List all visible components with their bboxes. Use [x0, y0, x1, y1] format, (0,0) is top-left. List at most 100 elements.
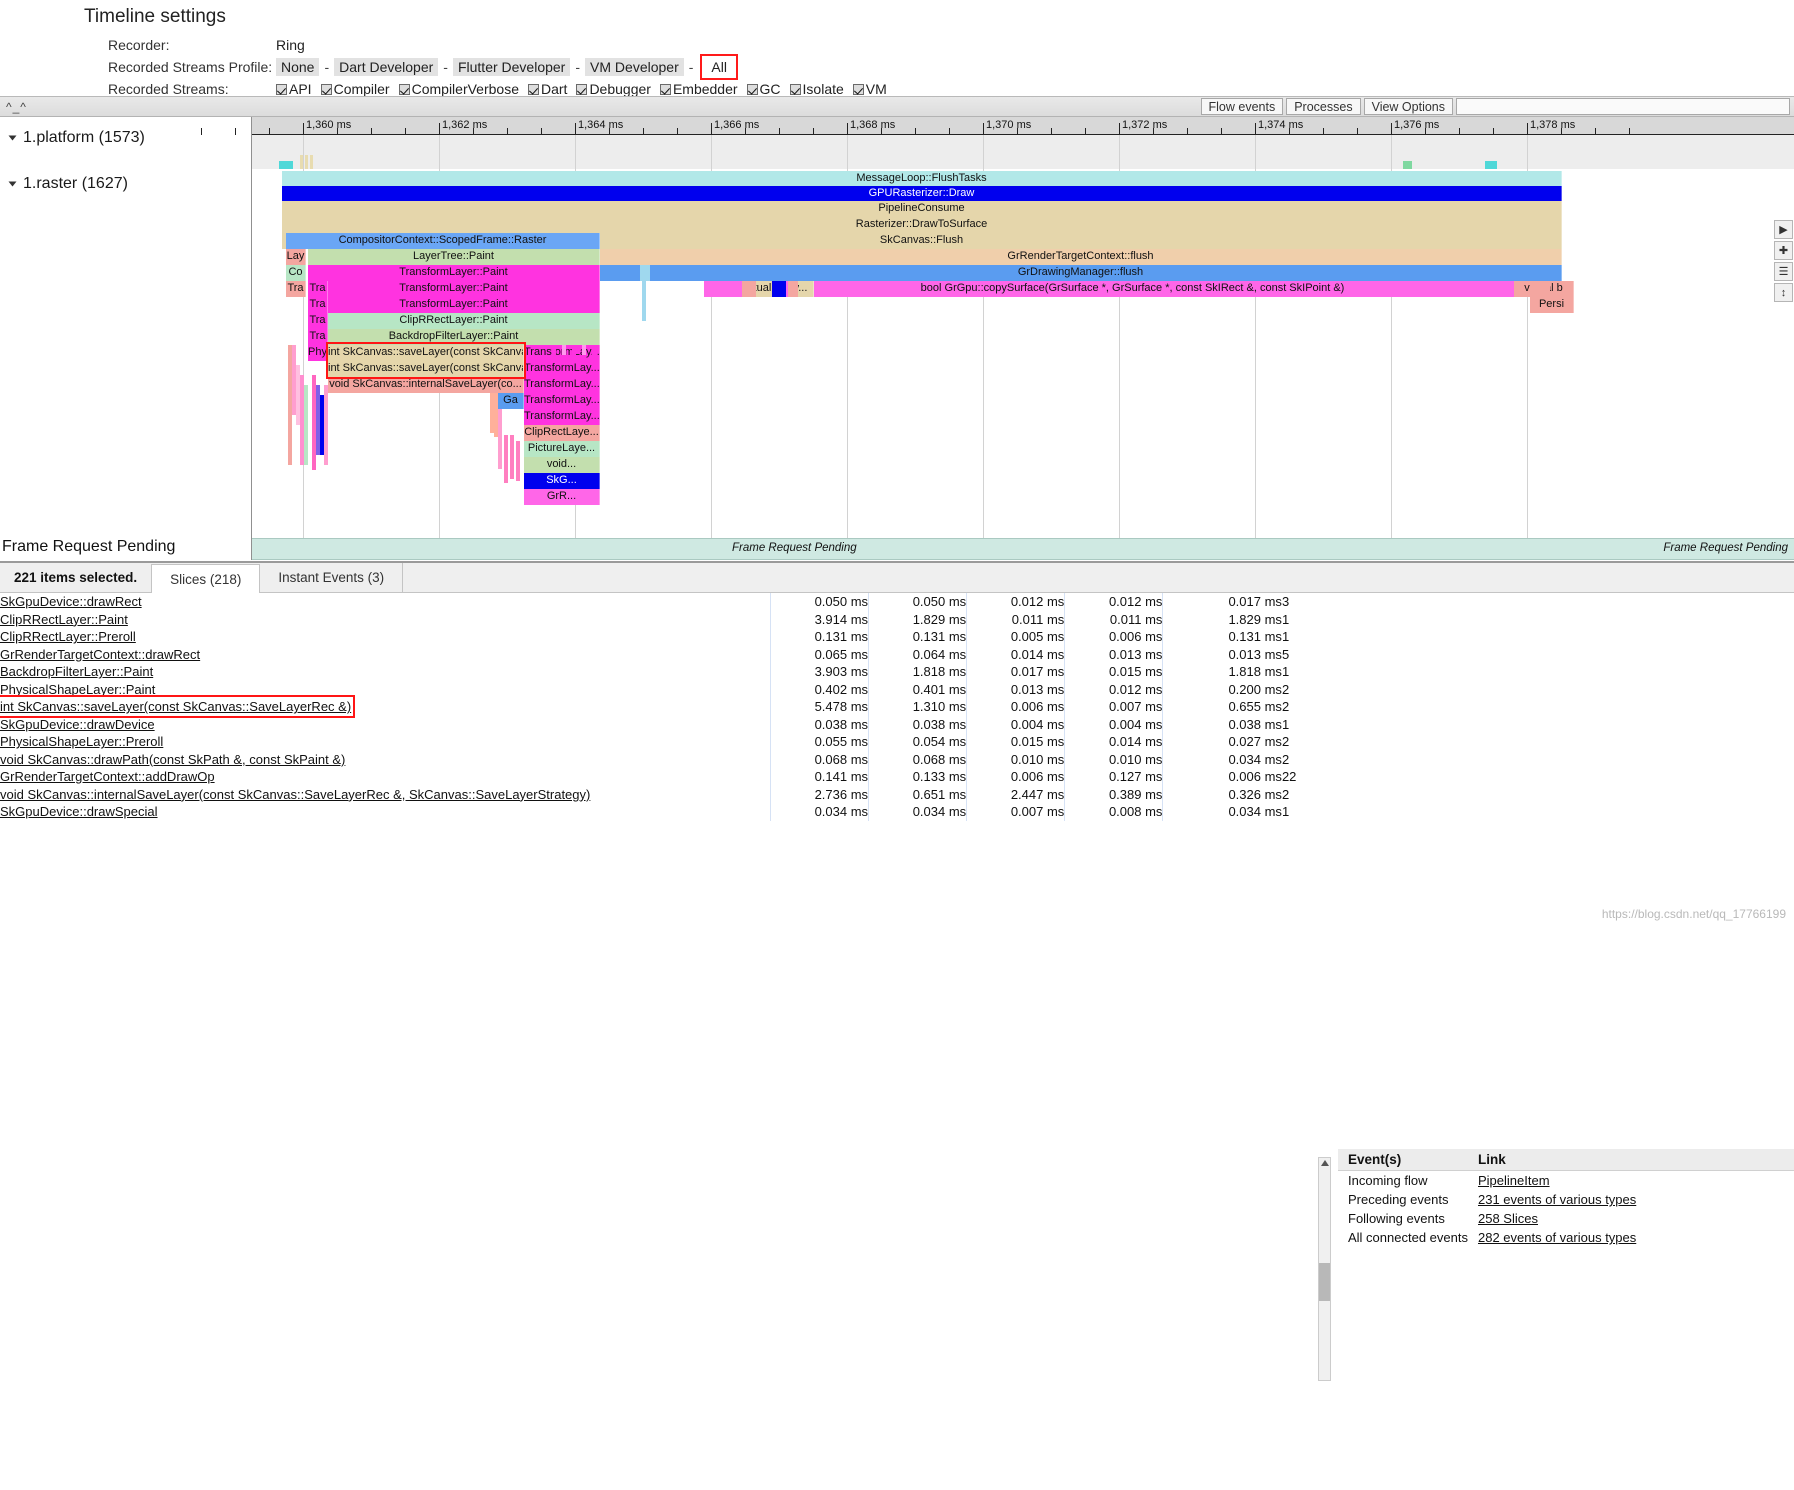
checkbox-checked-icon[interactable] [576, 83, 588, 95]
flame-slice-thin[interactable] [504, 435, 508, 483]
flame-slice[interactable]: GrRenderTargetContext::flush [600, 249, 1562, 265]
flame-slice[interactable]: PictureLaye... [524, 441, 600, 457]
table-row[interactable]: SkGpuDevice::drawDevice 0.038 ms 0.038 ms 0… [0, 715, 1330, 733]
recorded-streams-checkboxes[interactable]: API Compiler CompilerVerbose Dart Debugger Em… [276, 81, 887, 97]
flame-slice[interactable]: ClipRectLaye... [524, 425, 600, 441]
flame-slice[interactable]: Tra [286, 281, 306, 297]
flame-slice-thin[interactable] [562, 345, 566, 355]
flame-slice-thin[interactable] [510, 435, 514, 479]
table-row[interactable]: GrRenderTargetContext::drawRect 0.065 ms 0… [0, 645, 1330, 663]
flame-slice-thin[interactable] [498, 409, 502, 469]
slice-name[interactable]: void SkCanvas::drawPath(const SkPath &, … [0, 752, 345, 767]
cursor-tool-icon[interactable]: ▶ [1774, 220, 1793, 239]
move-tool-icon[interactable]: ✚ [1774, 241, 1793, 260]
stream-dart[interactable]: Dart [527, 81, 567, 97]
connected-event-link[interactable]: 231 events of various types [1478, 1192, 1636, 1207]
flame-slice[interactable]: TransformLay... [524, 361, 600, 377]
flame-slice[interactable]: Phy [308, 345, 328, 361]
flame-slice-small[interactable] [1530, 281, 1550, 297]
recorded-streams-profile-options[interactable]: None - Dart Developer - Flutter Developer - VM… [276, 54, 740, 80]
checkbox-checked-icon[interactable] [276, 83, 287, 95]
flame-slice[interactable]: BackdropFilterLayer::Paint [308, 329, 600, 345]
trace-side-tools[interactable]: ▶ ✚ ☰ ↕ [1774, 220, 1794, 304]
connected-event-link[interactable]: 258 Slices [1478, 1211, 1538, 1226]
stream-api[interactable]: API [276, 81, 312, 97]
flame-slice[interactable]: Rasterizer::DrawToSurface [282, 217, 1562, 233]
table-row[interactable]: ClipRRectLayer::Paint 3.914 ms 1.829 ms 0.0… [0, 610, 1330, 628]
table-row[interactable]: GrRenderTargetContext::addDrawOp 0.141 ms… [0, 768, 1330, 786]
flame-slice-thin[interactable] [572, 345, 576, 355]
flame-slice[interactable]: Tra [308, 329, 328, 345]
slice-name[interactable]: SkGpuDevice::drawDevice [0, 717, 155, 732]
platform-marker[interactable] [1485, 161, 1497, 169]
flame-slice-thin[interactable] [516, 441, 520, 481]
flame-slice[interactable]: Co [286, 265, 306, 281]
table-row[interactable]: PhysicalShapeLayer::Paint 0.402 ms 0.401 m… [0, 680, 1330, 698]
flame-slice[interactable]: Lay [286, 249, 306, 265]
slice-name[interactable]: BackdropFilterLayer::Paint [0, 664, 153, 679]
flame-slice[interactable]: CompositorContext::ScopedFrame::Raster [286, 233, 600, 249]
checkbox-checked-icon[interactable] [527, 83, 539, 95]
table-row[interactable]: SkGpuDevice::drawRect 0.050 ms 0.050 ms 0.0… [0, 593, 1330, 611]
flame-slice[interactable]: MessageLoop::FlushTasks [282, 171, 1562, 186]
flame-slice-small[interactable] [640, 265, 650, 281]
slice-name[interactable]: ClipRRectLayer::Preroll [0, 629, 136, 644]
profile-option-vm-developer[interactable]: VM Developer [585, 58, 684, 76]
checkbox-checked-icon[interactable] [746, 83, 758, 95]
flame-slice[interactable]: TransformLay... [524, 393, 600, 409]
slice-name[interactable]: void SkCanvas::internalSaveLayer(const S… [0, 787, 590, 802]
flow-events-button[interactable]: Flow events [1200, 98, 1284, 115]
stream-vm[interactable]: VM [852, 81, 887, 97]
flame-slice[interactable]: int SkCanvas::saveLayer(const SkCanvas..… [328, 361, 524, 377]
checkbox-checked-icon[interactable] [852, 83, 864, 95]
flame-slice[interactable]: bool GrGpu::copySurface(GrSurface *, GrS… [704, 281, 1562, 297]
stream-compilerverbose[interactable]: CompilerVerbose [398, 81, 519, 97]
chevron-down-icon[interactable] [8, 135, 17, 141]
flame-slice[interactable]: int SkCanvas::saveLayer(const SkCanvas..… [328, 345, 524, 361]
slice-name[interactable]: GrRenderTargetContext::addDrawOp [0, 769, 215, 784]
flame-slice[interactable]: TransformLayer::Paint [308, 297, 600, 313]
platform-marker[interactable] [279, 161, 293, 169]
profile-option-flutter-developer[interactable]: Flutter Developer [452, 58, 571, 76]
scrollbar-thumb[interactable] [1319, 1263, 1330, 1301]
table-row[interactable]: void SkCanvas::internalSaveLayer(const S… [0, 785, 1330, 803]
tab-instant-events[interactable]: Instant Events (3) [260, 563, 404, 592]
flame-slice[interactable]: void... [524, 457, 600, 473]
stream-embedder[interactable]: Embedder [659, 81, 738, 97]
slice-name[interactable]: ClipRRectLayer::Paint [0, 612, 128, 627]
table-row[interactable]: int SkCanvas::saveLayer(const SkCanvas::… [0, 695, 1330, 719]
processes-button[interactable]: Processes [1286, 98, 1361, 115]
flame-slice-thin[interactable] [304, 385, 308, 465]
chevron-down-icon[interactable] [8, 181, 17, 187]
table-row[interactable]: SkGpuDevice::drawSpecial 0.034 ms 0.034 ms… [0, 803, 1330, 821]
slice-name[interactable]: GrRenderTargetContext::drawRect [0, 647, 200, 662]
flame-slice[interactable]: TransformLayer::Paint [308, 281, 600, 297]
search-input[interactable] [1456, 98, 1790, 115]
flame-slice[interactable]: TransformLay... [524, 377, 600, 393]
zoom-tool-icon[interactable]: ↕ [1774, 283, 1793, 302]
connected-event-link[interactable]: 282 events of various types [1478, 1230, 1636, 1245]
flame-slice[interactable]: Tra [308, 313, 328, 329]
flame-slice[interactable]: PipelineConsume [282, 201, 1562, 217]
flame-slice-thin[interactable] [552, 345, 556, 355]
slice-name[interactable]: SkGpuDevice::drawRect [0, 594, 142, 609]
view-options-button[interactable]: View Options [1363, 98, 1453, 115]
profile-option-all[interactable]: All [700, 54, 738, 80]
checkbox-checked-icon[interactable] [789, 83, 801, 95]
table-row[interactable]: void SkCanvas::drawPath(const SkPath &, … [0, 750, 1330, 768]
flame-slice[interactable]: TransformLayer::Paint [308, 265, 600, 281]
checkbox-checked-icon[interactable] [320, 83, 332, 95]
flame-slice[interactable]: void SkCanvas::internalSaveLayer(co... [328, 377, 524, 393]
stream-gc[interactable]: GC [746, 81, 781, 97]
stream-isolate[interactable]: Isolate [789, 81, 844, 97]
flame-slice[interactable]: TransformLay... [524, 409, 600, 425]
scroll-up-arrow-icon[interactable] [1321, 1160, 1329, 1166]
flame-slice-small[interactable] [772, 281, 786, 297]
flame-chart[interactable]: MessageLoop::FlushTasks GPURasterizer::Dr… [252, 135, 1794, 560]
track-raster[interactable]: 1.raster (1627) [0, 169, 252, 199]
stream-compiler[interactable]: Compiler [320, 81, 390, 97]
checkbox-checked-icon[interactable] [398, 83, 410, 95]
platform-marker[interactable] [1403, 161, 1412, 169]
flame-slice[interactable]: GPURasterizer::Draw [282, 186, 1562, 201]
flame-slice-thin[interactable] [592, 345, 596, 355]
